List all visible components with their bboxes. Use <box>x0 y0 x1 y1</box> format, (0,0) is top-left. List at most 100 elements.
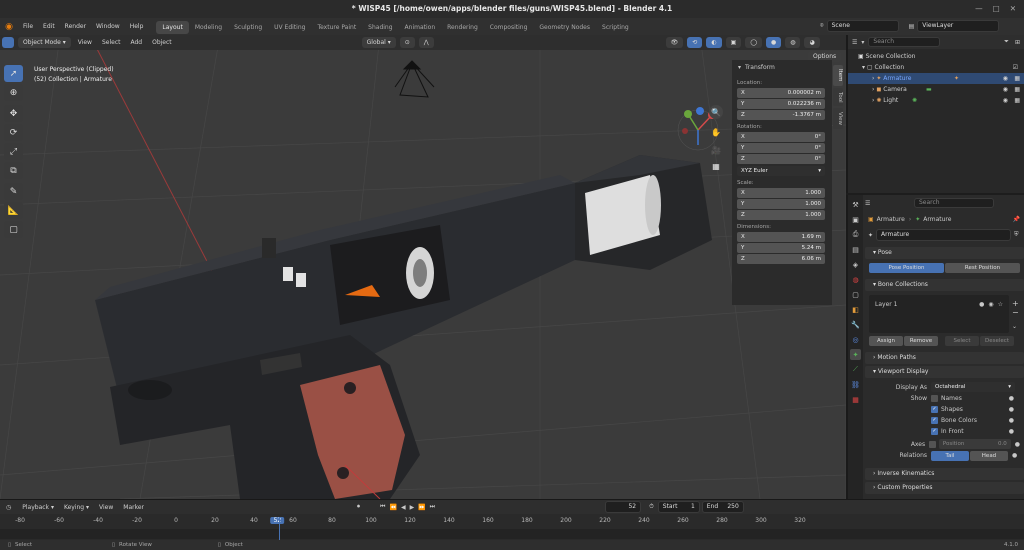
tab-tool[interactable]: Tool <box>833 87 843 107</box>
bone-collections-panel-header[interactable]: ▾ Bone Collections <box>865 279 1024 291</box>
current-frame-field[interactable]: 52 <box>605 501 642 513</box>
names-checkbox[interactable] <box>931 395 938 402</box>
shading-material-icon[interactable]: ◍ <box>785 37 801 48</box>
eye-icon[interactable]: ◉ <box>1003 95 1008 106</box>
timeline[interactable]: ◷ Playback ▾ Keying ▾ View Marker ⏺ ⏮ ⏪ … <box>0 499 1024 541</box>
relations-tail-button[interactable]: Tail <box>931 450 969 461</box>
view-layer-tab-icon[interactable]: ▤ <box>850 244 861 255</box>
annotate-tool-icon[interactable]: ✎ <box>4 183 23 200</box>
record-icon[interactable]: ⏺ <box>357 503 360 511</box>
blender-logo-icon[interactable]: ◉ <box>0 22 18 32</box>
tab-layout[interactable]: Layout <box>156 21 189 34</box>
minimize-icon[interactable]: — <box>975 0 983 18</box>
eye-icon[interactable]: ◉ <box>1003 73 1008 84</box>
view-layer-selector[interactable]: ViewLayer <box>917 20 1000 32</box>
expand-chevron-icon[interactable]: › <box>872 75 874 82</box>
prev-keyframe-icon[interactable]: ⏪ <box>389 504 396 511</box>
add-cube-tool-icon[interactable]: ▢ <box>4 221 23 238</box>
scale-z-field[interactable]: Z 1.000 <box>737 210 825 220</box>
bone-constraint-tab-icon[interactable]: ⛓ <box>850 379 861 390</box>
location-x-field[interactable]: X 0.000002 m <box>737 88 825 98</box>
viewport-menu-add[interactable]: Add <box>125 35 147 51</box>
object-mode-dropdown[interactable]: Object Mode ▾ <box>18 37 71 48</box>
proportional-edit-icon[interactable]: ⋀ <box>418 37 434 48</box>
timeline-track-area[interactable] <box>0 529 1024 539</box>
pan-hand-icon[interactable]: ✋ <box>709 125 723 139</box>
outliner-editor-icon[interactable]: ☰ <box>852 39 857 46</box>
tab-shading[interactable]: Shading <box>362 21 398 34</box>
camera-visibility-icon[interactable]: ▦ <box>1014 84 1020 95</box>
timeline-menu-keying[interactable]: Keying ▾ <box>59 499 94 516</box>
play-reverse-icon[interactable]: ◀ <box>401 504 406 511</box>
shapes-checkbox[interactable]: ✓ <box>931 406 938 413</box>
collapse-chevron-icon[interactable]: ▾ <box>862 64 865 71</box>
rotation-x-field[interactable]: X 0° <box>737 132 825 142</box>
stopwatch-icon[interactable]: ⏱ <box>649 503 654 511</box>
object-tab-icon[interactable]: ◧ <box>850 304 861 315</box>
close-icon[interactable]: ✕ <box>1010 0 1016 18</box>
move-tool-icon[interactable]: ✥ <box>4 105 23 122</box>
assign-button[interactable]: Assign <box>869 336 903 346</box>
bone-colors-checkbox[interactable]: ✓ <box>931 417 938 424</box>
start-frame-field[interactable]: Start 1 <box>657 501 700 513</box>
tab-texture-paint[interactable]: Texture Paint <box>311 21 362 34</box>
measure-tool-icon[interactable]: 📐 <box>4 202 23 219</box>
shading-rendered-icon[interactable]: ◕ <box>804 37 820 48</box>
custom-properties-panel-header[interactable]: › Custom Properties <box>865 482 1024 494</box>
3d-viewport[interactable]: Object Mode ▾ View Select Add Object Glo… <box>0 35 846 499</box>
axes-position-field[interactable]: Position 0.0 <box>938 439 1011 449</box>
scene-selector[interactable]: Scene <box>826 20 899 32</box>
camera-view-icon[interactable]: 🎥 <box>709 143 723 157</box>
rotate-tool-icon[interactable]: ⟳ <box>4 124 23 141</box>
armature-name-field[interactable]: Armature <box>876 229 1012 241</box>
display-as-dropdown[interactable]: Octahedral ▾ <box>931 382 1015 392</box>
rest-position-button[interactable]: Rest Position <box>945 263 1020 273</box>
menu-render[interactable]: Render <box>60 18 91 35</box>
perspective-toggle-icon[interactable]: ▦ <box>709 159 723 173</box>
armature-data-tab-icon[interactable]: ✦ <box>850 349 861 360</box>
dimensions-x-field[interactable]: X 1.69 m <box>737 232 825 242</box>
eye-icon[interactable]: ◉ <box>1003 84 1008 95</box>
scale-tool-icon[interactable]: ⤢ <box>4 143 23 160</box>
output-tab-icon[interactable]: ⎙ <box>850 229 861 240</box>
select-button[interactable]: Select <box>945 336 979 346</box>
viewport-display-panel-header[interactable]: ▾ Viewport Display <box>865 366 1024 378</box>
texture-tab-icon[interactable]: ▦ <box>850 394 861 405</box>
pose-position-button[interactable]: Pose Position <box>869 263 944 273</box>
tab-modeling[interactable]: Modeling <box>189 21 228 34</box>
pistol-model[interactable] <box>95 155 712 499</box>
camera-object[interactable] <box>394 60 435 98</box>
chevron-down-icon[interactable]: ⌄ <box>1012 323 1019 330</box>
scene-tab-icon[interactable]: ◈ <box>850 259 861 270</box>
tab-view[interactable]: View <box>833 108 843 130</box>
physics-tab-icon[interactable]: ◎ <box>850 334 861 345</box>
add-icon[interactable]: + <box>1012 299 1019 308</box>
timeline-menu-marker[interactable]: Marker <box>118 499 149 516</box>
next-keyframe-icon[interactable]: ⏩ <box>418 504 425 511</box>
menu-edit[interactable]: Edit <box>38 18 60 35</box>
modifier-tab-icon[interactable]: 🔧 <box>850 319 861 330</box>
relations-head-button[interactable]: Head <box>970 450 1008 461</box>
outliner-camera[interactable]: › ◼ Camera ▬ ◉ ▦ <box>848 84 1024 95</box>
tab-compositing[interactable]: Compositing <box>484 21 534 34</box>
menu-window[interactable]: Window <box>91 18 125 35</box>
menu-file[interactable]: File <box>18 18 38 35</box>
funnel-icon[interactable]: ⏷ <box>1004 38 1009 46</box>
eye-icon[interactable]: ◉ <box>988 301 993 308</box>
pose-panel-header[interactable]: ▾ Pose <box>865 247 1024 259</box>
location-y-field[interactable]: Y 0.022236 m <box>737 99 825 109</box>
in-front-checkbox[interactable]: ✓ <box>931 428 938 435</box>
menu-help[interactable]: Help <box>125 18 149 35</box>
outliner-search-input[interactable]: Search <box>868 37 941 47</box>
rotation-mode-dropdown[interactable]: XYZ Euler ▾ <box>737 166 825 176</box>
camera-visibility-icon[interactable]: ▦ <box>1014 95 1020 106</box>
inverse-kinematics-panel-header[interactable]: › Inverse Kinematics <box>865 468 1024 480</box>
viewport-menu-view[interactable]: View <box>73 35 97 51</box>
tab-uv-editing[interactable]: UV Editing <box>268 21 311 34</box>
dimensions-z-field[interactable]: Z 6.06 m <box>737 254 825 264</box>
remove-button[interactable]: Remove <box>904 336 938 346</box>
cursor-tool-icon[interactable]: ⊕ <box>4 84 23 101</box>
zoom-icon[interactable]: 🔍 <box>709 105 723 119</box>
collection-tab-icon[interactable]: ▢ <box>850 289 861 300</box>
transform-tool-icon[interactable]: ⧉ <box>4 162 23 179</box>
